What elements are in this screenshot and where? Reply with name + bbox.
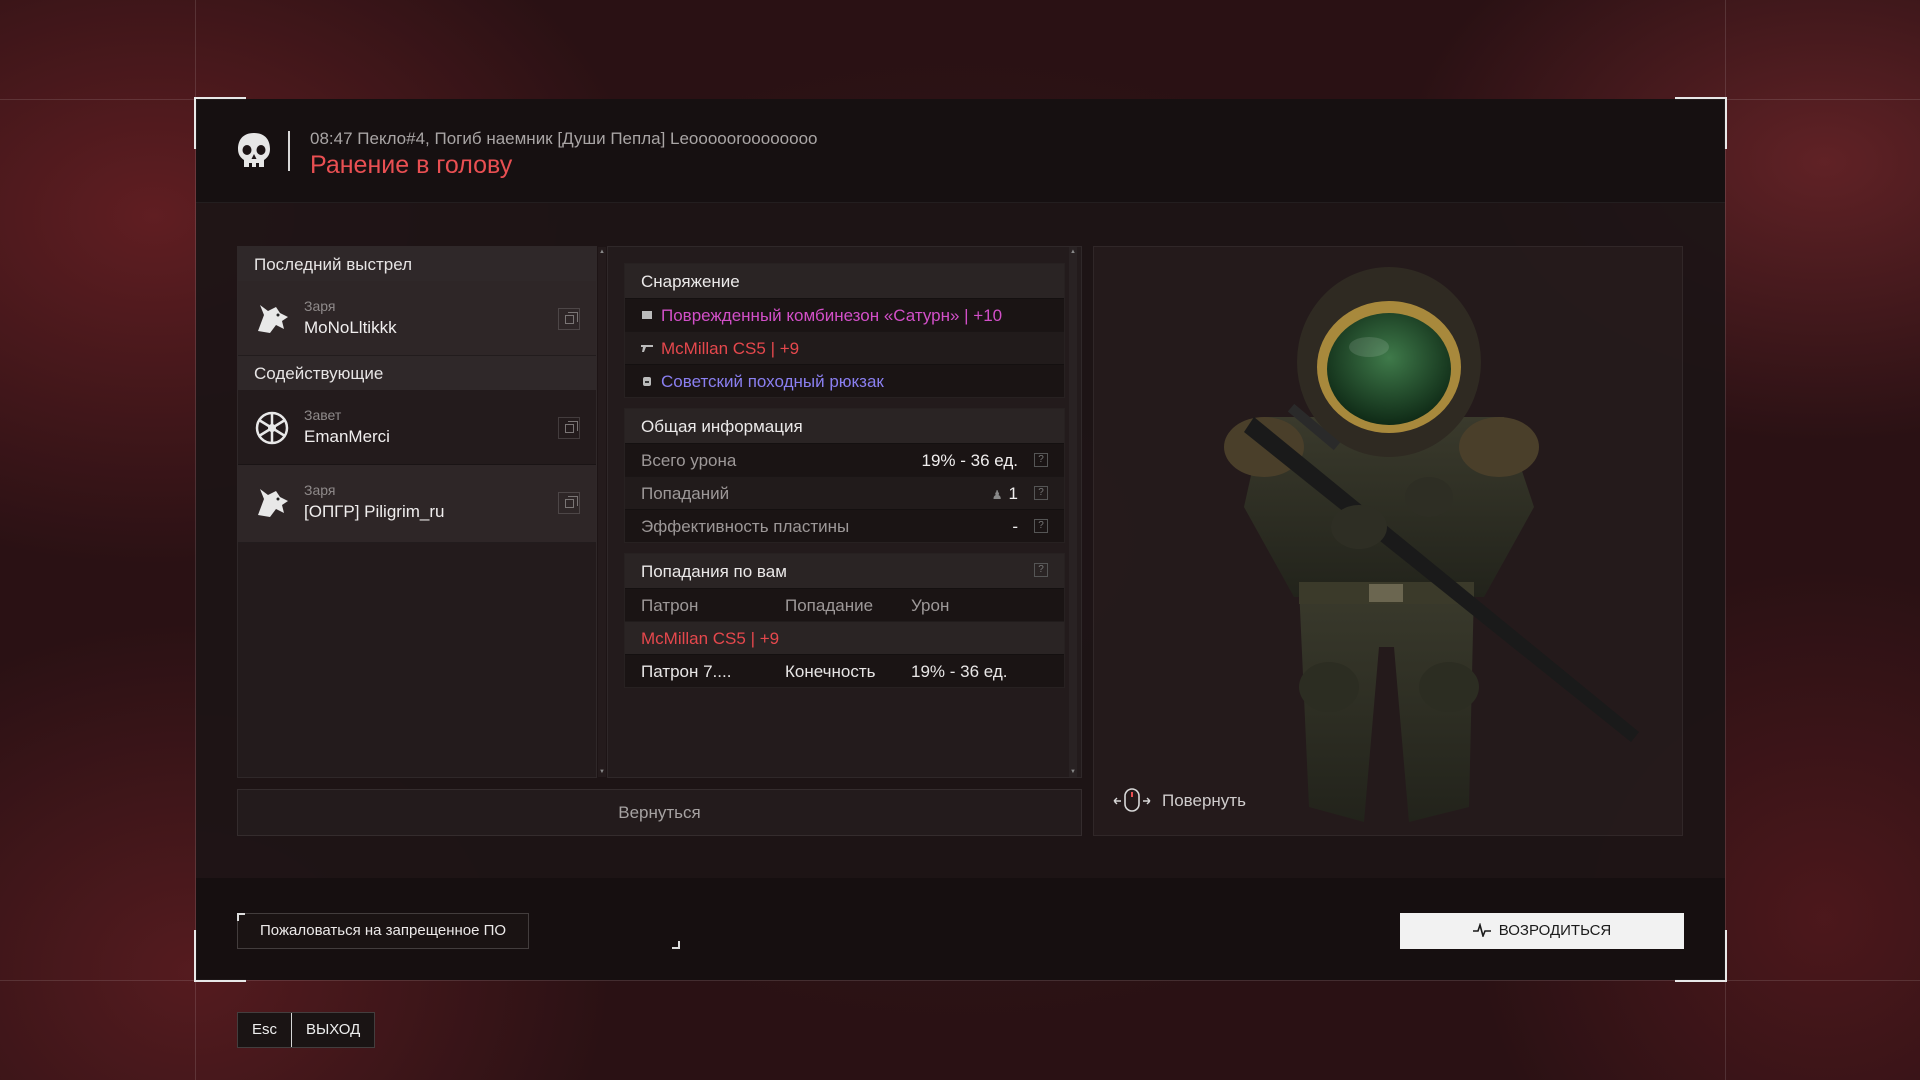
report-cheat-button[interactable]: Пожаловаться на запрещенное ПО	[237, 913, 530, 949]
hits-table-header: Патрон Попадание Урон	[625, 588, 1064, 621]
last-shot-title: Последний выстрел	[238, 247, 596, 281]
header: 08:47 Пекло#4, Погиб наемник [Души Пепла…	[196, 99, 1725, 203]
info-value: ♟ 1	[992, 484, 1018, 504]
respawn-button[interactable]: ВОЗРОДИТЬСЯ	[1400, 913, 1684, 949]
player-name: [ОПГР] Piligrim_ru	[304, 502, 445, 521]
equipment-label: Советский походный рюкзак	[661, 372, 884, 391]
player-name: EmanMerci	[304, 427, 390, 446]
info-row-plate: Эффективность пластины - ?	[625, 509, 1064, 542]
scroll-down-icon[interactable]: ▼	[599, 769, 605, 775]
bg-divider	[0, 980, 1920, 981]
scrollbar[interactable]: ▲ ▼	[598, 247, 606, 777]
wolf-faction-icon	[258, 305, 288, 333]
hits-box: Попадания по вам ? Патрон Попадание Урон…	[624, 553, 1065, 688]
equipment-label: Поврежденный комбинезон «Сатурн» | +10	[661, 306, 1003, 325]
column-header: Урон	[911, 596, 950, 615]
hits-title-text: Попадания по вам	[641, 562, 787, 581]
info-value: 19% - 36 ед.	[921, 451, 1019, 470]
details-panel: Снаряжение Поврежденный комбинезон «Сату…	[607, 246, 1082, 778]
column-header: Патрон	[641, 596, 699, 615]
killers-panel: Последний выстрел Заря MoNoLltikkk Содей…	[237, 246, 605, 778]
assistant-row[interactable]: Завет EmanMerci	[238, 390, 596, 465]
killer-row[interactable]: Заря MoNoLltikkk	[238, 281, 596, 356]
button-bracket	[237, 913, 245, 921]
help-icon[interactable]: ?	[1034, 563, 1048, 577]
info-label: Всего урона	[641, 451, 737, 470]
equipment-item[interactable]: Поврежденный комбинезон «Сатурн» | +10	[625, 298, 1064, 331]
rotate-hint: Повернуть	[1112, 787, 1246, 815]
character-preview[interactable]: Повернуть	[1093, 246, 1683, 836]
info-label: Эффективность пластины	[641, 517, 850, 536]
assistants-title: Содействующие	[238, 356, 596, 390]
column-header: Попадание	[785, 596, 874, 615]
copy-name-button[interactable]	[558, 308, 580, 330]
rotate-label: Повернуть	[1162, 791, 1246, 810]
copy-icon	[564, 420, 578, 433]
header-separator	[288, 131, 290, 171]
assistant-row[interactable]: Заря [ОПГР] Piligrim_ru	[238, 465, 596, 543]
death-cause: Ранение в голову	[310, 151, 513, 179]
respawn-label: ВОЗРОДИТЬСЯ	[1498, 922, 1612, 939]
copy-icon	[564, 495, 578, 508]
scrollbar[interactable]: ▲ ▼	[1069, 247, 1077, 777]
armor-icon	[642, 311, 652, 319]
wolf-faction-icon	[258, 489, 288, 517]
back-button[interactable]: Вернуться	[237, 789, 1082, 836]
hits-weapon-row: McMillan CS5 | +9	[625, 621, 1064, 654]
kill-info: 08:47 Пекло#4, Погиб наемник [Души Пепла…	[310, 129, 818, 148]
equipment-item[interactable]: Советский походный рюкзак	[625, 364, 1064, 397]
equipment-label: McMillan CS5 | +9	[661, 339, 800, 358]
snowflake-faction-icon	[255, 411, 289, 445]
hits-title: Попадания по вам ?	[625, 554, 1064, 588]
faction-name: Завет	[304, 407, 342, 423]
info-value: -	[1012, 517, 1018, 536]
faction-name: Заря	[304, 298, 336, 314]
equipment-title: Снаряжение	[625, 264, 1064, 298]
scroll-up-icon[interactable]: ▲	[599, 249, 605, 255]
death-screen-window: 08:47 Пекло#4, Погиб наемник [Души Пепла…	[194, 97, 1727, 982]
person-icon: ♟	[991, 488, 1003, 502]
help-icon[interactable]: ?	[1034, 453, 1048, 467]
skull-icon	[238, 133, 270, 167]
hit-cell: Конечность	[785, 662, 876, 681]
equipment-item[interactable]: McMillan CS5 | +9	[625, 331, 1064, 364]
help-icon[interactable]: ?	[1034, 486, 1048, 500]
hits-count: 1	[1008, 484, 1018, 503]
damage-cell: 19% - 36 ед.	[911, 662, 1008, 681]
copy-name-button[interactable]	[558, 492, 580, 514]
hits-weapon: McMillan CS5 | +9	[641, 629, 780, 648]
character-model	[1224, 267, 1639, 822]
player-name: MoNoLltikkk	[304, 318, 397, 337]
footer: Пожаловаться на запрещенное ПО ВОЗРОДИТЬ…	[196, 878, 1725, 980]
mouse-rotate-icon	[1113, 788, 1151, 812]
scroll-down-icon[interactable]: ▼	[1070, 769, 1076, 775]
help-icon[interactable]: ?	[1034, 519, 1048, 533]
exit-button[interactable]: Esc ВЫХОД	[237, 1012, 376, 1048]
table-row: Патрон 7.... Конечность 19% - 36 ед.	[625, 654, 1064, 687]
scroll-up-icon[interactable]: ▲	[1070, 249, 1076, 255]
button-bracket	[672, 941, 680, 949]
copy-name-button[interactable]	[558, 417, 580, 439]
ammo-cell: Патрон 7....	[641, 662, 732, 681]
esc-key-hint: Esc	[238, 1013, 293, 1047]
exit-label: ВЫХОД	[306, 1021, 361, 1038]
copy-icon	[564, 311, 578, 324]
backpack-icon	[643, 377, 651, 386]
general-info-title: Общая информация	[625, 409, 1064, 443]
pulse-icon	[1472, 922, 1491, 939]
rifle-icon	[641, 345, 653, 352]
general-info-box: Общая информация Всего урона 19% - 36 ед…	[624, 408, 1065, 543]
bg-divider	[1725, 0, 1726, 1080]
info-row-total-damage: Всего урона 19% - 36 ед. ?	[625, 443, 1064, 476]
faction-name: Заря	[304, 482, 336, 498]
info-row-hits: Попаданий ♟ 1 ?	[625, 476, 1064, 509]
equipment-box: Снаряжение Поврежденный комбинезон «Сату…	[624, 263, 1065, 398]
info-label: Попаданий	[641, 484, 730, 503]
